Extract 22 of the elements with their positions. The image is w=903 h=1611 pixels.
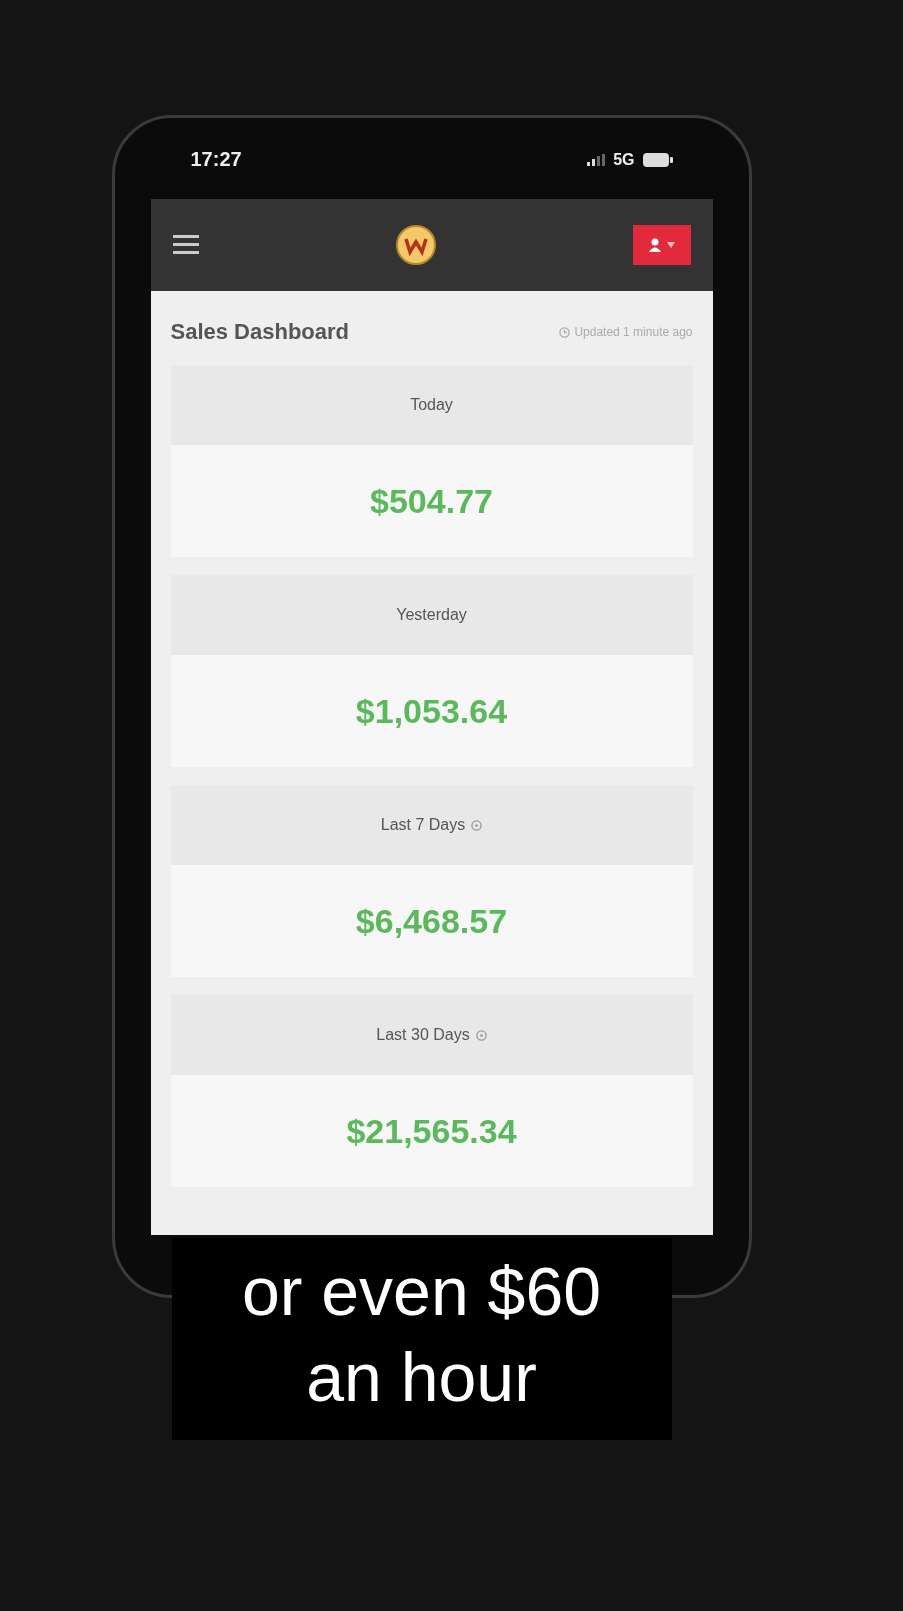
logo-icon[interactable] (395, 225, 436, 265)
sales-amount: $6,468.57 (355, 901, 508, 941)
clock-icon (559, 326, 571, 338)
sales-amount: $1,053.64 (355, 691, 508, 731)
user-icon (648, 238, 661, 252)
dashboard-title: Sales Dashboard (170, 319, 349, 345)
caption-text: or even $60 (241, 1252, 602, 1331)
network-label: 5G (613, 150, 635, 169)
status-time: 17:27 (190, 148, 242, 171)
period-label: Yesterday (396, 606, 467, 624)
user-menu-button[interactable] (632, 225, 691, 265)
signal-icon (587, 153, 606, 166)
period-label: Today (410, 396, 453, 414)
caption-text: an hour (306, 1338, 537, 1417)
period-label: Last 30 Days (376, 1026, 470, 1044)
sales-amount: $21,565.34 (346, 1111, 517, 1151)
battery-icon (642, 152, 673, 167)
period-label: Last 7 Days (380, 816, 466, 834)
menu-icon[interactable] (172, 235, 199, 255)
caret-icon (666, 242, 675, 248)
sales-amount: $504.77 (370, 481, 493, 521)
updated-label: Updated 1 minute ago (574, 325, 693, 339)
